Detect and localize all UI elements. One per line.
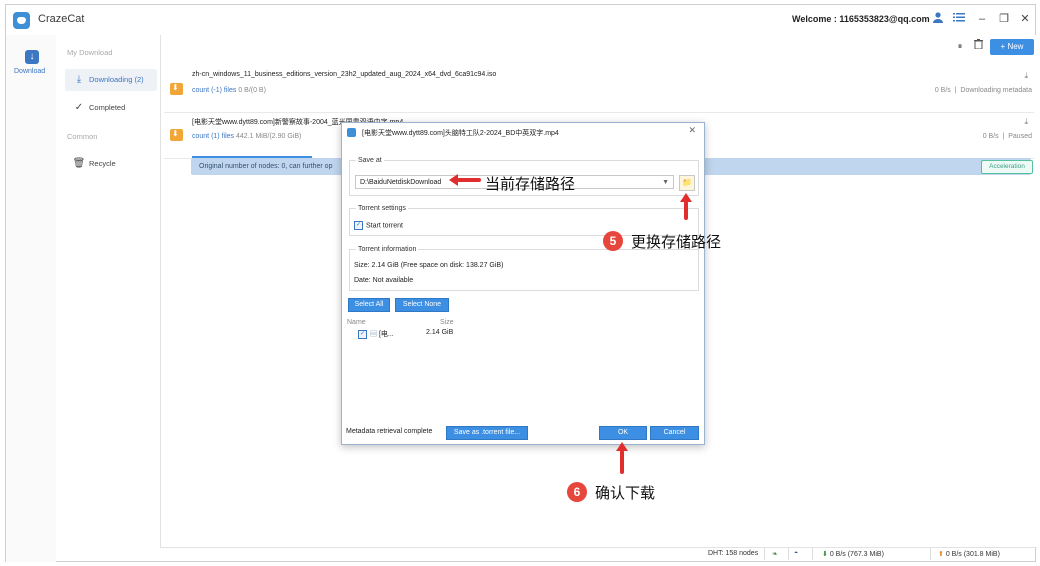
folder-download-icon [170,129,183,141]
dialog-close-button[interactable]: ✕ [688,125,696,136]
new-download-button[interactable]: + New [990,39,1034,55]
row-status-text: Paused [1008,133,1032,140]
my-download-heading: My Download [67,48,113,57]
speedometer-icon[interactable]: ◓ [794,550,798,557]
title-bar: CrazeCat Welcome : 1165353823@qq.com – ❐… [6,5,1035,35]
save-path-value: D:\BaiduNetdiskDownload [360,179,442,186]
download-nav-label[interactable]: Download [14,68,45,75]
file-count: count (-1) files [192,87,237,94]
torrent-size: Size: 2.14 GiB (Free space on disk: 138.… [354,262,504,269]
restore-button[interactable]: ❐ [996,11,1012,27]
dialog-title: [电影天堂www.dytt89.com]头脑特工队2-2024_BD中英双字.m… [362,130,559,137]
folder-download-icon [170,83,183,95]
file-list-size: 2.14 GiB [426,329,454,336]
torrent-information-group: Torrent information Size: 2.14 GiB (Free… [349,246,699,291]
app-name: CrazeCat [38,13,85,25]
sidebar-item-label: Recycle [89,159,116,168]
list-menu-icon[interactable] [951,11,967,27]
start-torrent-label: Start torrent [366,222,403,230]
save-at-label: Save at [356,157,384,164]
file-meta: count (1) files 442.1 MiB/(2.90 GiB) [192,133,301,140]
sidebar-item-downloading[interactable]: ⤓ Downloading (2) [65,69,157,91]
download-speed-text: 0 B/s (767.3 MiB) [829,551,884,558]
start-torrent-checkbox[interactable]: ✓ Start torrent [354,221,403,230]
file-size: 0 B/(0 B) [238,87,266,94]
checkbox-icon[interactable]: ✓ [358,329,367,339]
sidebar-item-recycle[interactable]: 🗑 Recycle [65,153,157,175]
crazecat-logo-icon [347,128,356,137]
sidebar-item-completed[interactable]: ✓ Completed [65,97,157,119]
pause-all-button[interactable]: ⏸ [953,39,967,53]
download-nav-icon[interactable]: ↓ [25,50,39,64]
divider [930,548,931,560]
close-button[interactable]: ✕ [1017,11,1033,27]
row-status: 0 B/s | Downloading metadata [934,87,1032,94]
download-speed: ⬇ 0 B/s (767.3 MiB) [822,550,884,558]
cancel-button[interactable]: Cancel [650,426,699,440]
step-6-badge: 6 [567,482,587,502]
sidebar-item-label: Downloading (2) [89,75,144,84]
annotation-step6: 确认下载 [595,484,656,502]
file-count: count (1) files [192,133,235,140]
file-meta: count (-1) files 0 B/(0 B) [192,87,266,94]
divider [788,548,789,560]
annotation-arrow [457,178,481,182]
delete-button[interactable] [971,39,985,53]
save-torrent-button[interactable]: Save as .torrent file... [446,426,528,440]
column-name: Name [347,319,366,326]
row-status-text: Downloading metadata [960,87,1032,94]
side-nav: ↓ Download [6,35,56,562]
annotation-arrow [684,201,688,220]
select-none-button[interactable]: Select None [395,298,449,312]
download-arrow-icon[interactable]: ⤓ [1024,71,1028,81]
file-list-row[interactable]: ✓ ▤ [电... [358,329,394,339]
row-status: 0 B/s | Paused [982,133,1032,140]
sidebar-item-label: Completed [89,103,126,112]
file-name: zh-cn_windows_11_business_editions_versi… [192,71,497,78]
minimize-button[interactable]: – [974,11,990,27]
annotation-current-path: 当前存储路径 [485,175,576,193]
file-icon: ▤ [370,331,377,338]
divider [812,548,813,560]
check-circle-icon: ✓ [74,102,84,113]
row-speed: 0 B/s [982,133,999,140]
upload-speed: ⬆ 0 B/s (301.8 MiB) [938,550,1000,558]
torrent-date: Date: Not available [354,277,414,284]
torrent-information-label: Torrent information [356,246,419,253]
select-all-button[interactable]: Select All [348,298,390,312]
down-arrow-icon: ⬇ [822,551,828,558]
ok-button[interactable]: OK [599,426,647,440]
checkbox-icon: ✓ [354,221,363,230]
chevron-down-icon: ▼ [662,179,669,186]
step-5-badge: 5 [603,231,623,251]
annotation-arrow [620,450,624,474]
download-row[interactable]: zh-cn_windows_11_business_editions_versi… [164,67,1034,113]
status-bar: DHT: 158 nodes ❧ ◓ ⬇ 0 B/s (767.3 MiB) ⬆… [160,547,1036,562]
acceleration-button[interactable]: Acceleration [981,160,1033,174]
dht-status: DHT: 158 nodes [708,550,759,557]
upload-speed-text: 0 B/s (301.8 MiB) [945,551,1000,558]
divider [764,548,765,560]
browse-folder-button[interactable]: 📁 [679,175,695,191]
annotation-step5: 更换存储路径 [631,233,722,251]
torrent-settings-label: Torrent settings [356,205,408,212]
file-size: 442.1 MiB/(2.90 GiB) [235,133,302,140]
sidebar: My Download ⤓ Downloading (2) ✓ Completed … [63,35,160,545]
add-torrent-dialog: [电影天堂www.dytt89.com]头脑特工队2-2024_BD中英双字.m… [341,122,705,445]
crazecat-logo-icon [13,12,30,29]
common-heading: Common [67,132,98,141]
file-list-name: [电... [378,331,394,338]
welcome-text: Welcome : 1165353823@qq.com [792,14,930,24]
metadata-status: Metadata retrieval complete [346,428,433,435]
column-size: Size [440,319,454,326]
row-speed: 0 B/s [934,87,951,94]
up-arrow-icon: ⬆ [938,551,944,558]
download-arrow-icon[interactable]: ⤓ [1024,117,1028,127]
leaf-icon[interactable]: ❧ [772,550,778,558]
user-icon[interactable] [930,11,946,27]
trash-icon: 🗑 [72,158,86,169]
download-icon: ⤓ [76,74,82,85]
